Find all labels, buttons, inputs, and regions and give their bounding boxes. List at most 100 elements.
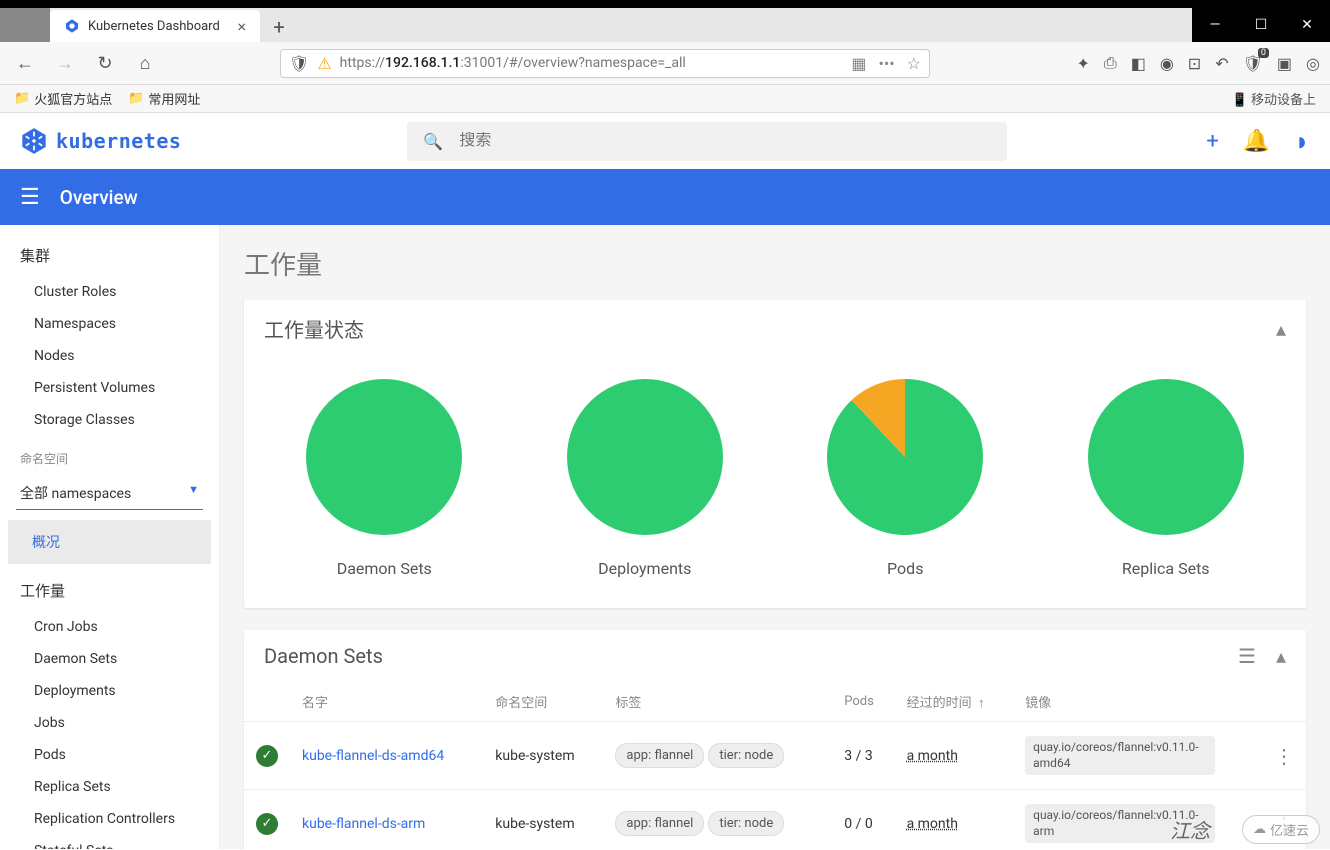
sidebar-item[interactable]: Replica Sets	[0, 771, 219, 803]
label-chip: tier: node	[708, 743, 784, 768]
cell-pods: 3 / 3	[832, 722, 894, 790]
nav-reload-button[interactable]: ↻	[90, 48, 120, 78]
url-bar[interactable]: 🛡 ⚠ https://192.168.1.1:31001/#/overview…	[280, 49, 930, 78]
ext-menu-icon[interactable]: ◎	[1306, 54, 1320, 73]
maximize-button[interactable]: ☐	[1238, 8, 1284, 42]
k8s-logo[interactable]: kubernetes	[20, 127, 181, 155]
brand-text: kubernetes	[56, 129, 181, 153]
sidebar-section-cluster[interactable]: 集群	[0, 235, 219, 276]
subheader: ☰ Overview	[0, 169, 1330, 225]
status-chart: Replica Sets	[1086, 377, 1246, 578]
minimize-button[interactable]: —	[1192, 8, 1238, 42]
close-button[interactable]: ✕	[1284, 8, 1330, 42]
sidebar-item[interactable]: Nodes	[0, 340, 219, 372]
puzzle-icon[interactable]: ✦	[1076, 54, 1089, 73]
page-actions-icon[interactable]: •••	[878, 54, 894, 73]
page-title: 工作量	[244, 245, 1306, 282]
sidebar-item[interactable]: Jobs	[0, 707, 219, 739]
sidebar-item[interactable]: Storage Classes	[0, 404, 219, 436]
namespace-value: 全部 namespaces	[20, 483, 131, 503]
nav-forward-button[interactable]: →	[50, 48, 80, 78]
chart-label: Replica Sets	[1086, 559, 1246, 578]
label-chip: tier: node	[708, 811, 784, 836]
sidebar-section-workloads[interactable]: 工作量	[0, 570, 219, 611]
cell-namespace: kube-system	[483, 722, 603, 790]
sidebar-overview[interactable]: 概况	[8, 520, 211, 564]
sidebar-icon[interactable]: ◧	[1131, 54, 1146, 73]
notifications-icon[interactable]: 🔔	[1243, 129, 1270, 154]
mobile-sync-label[interactable]: 📱 移动设备上	[1232, 89, 1316, 108]
charts-row: Daemon Sets Deployments Pods Replica Sets	[244, 357, 1306, 608]
chart-label: Deployments	[565, 559, 725, 578]
nav-back-button[interactable]: ←	[10, 48, 40, 78]
sidebar-item[interactable]: Daemon Sets	[0, 643, 219, 675]
sidebar-item[interactable]: Persistent Volumes	[0, 372, 219, 404]
col-labels[interactable]: 标签	[603, 682, 832, 722]
cell-pods: 0 / 0	[832, 790, 894, 849]
lock-warning-icon[interactable]: ⚠	[317, 54, 331, 73]
collapse-icon[interactable]: ▴	[1276, 317, 1286, 341]
k8s-logo-icon	[20, 127, 48, 155]
filter-icon[interactable]: ☰	[1238, 644, 1256, 668]
page-subtitle: Overview	[60, 186, 138, 209]
grid-icon[interactable]: ▣	[1277, 54, 1292, 73]
col-age[interactable]: 经过的时间 ↑	[895, 682, 1014, 722]
resource-link[interactable]: kube-flannel-ds-arm	[302, 816, 425, 832]
menu-toggle-icon[interactable]: ☰	[20, 185, 40, 210]
bookmark-star-icon[interactable]: ☆	[907, 54, 921, 73]
sidebar: 集群 Cluster RolesNamespacesNodesPersisten…	[0, 225, 220, 849]
k8s-favicon	[64, 18, 80, 34]
chart-label: Daemon Sets	[304, 559, 464, 578]
namespace-select[interactable]: 全部 namespaces ▼	[16, 477, 203, 510]
crop-icon[interactable]: ⊡	[1188, 54, 1201, 73]
cell-age: a month	[895, 722, 1014, 790]
dropdown-arrow-icon: ▼	[188, 483, 199, 503]
col-pods[interactable]: Pods	[832, 682, 894, 722]
resource-link[interactable]: kube-flannel-ds-amd64	[302, 748, 444, 764]
workload-status-card: 工作量状态 ▴ Daemon SetsDeploymentsPodsReplic…	[244, 300, 1306, 608]
library-icon[interactable]: ⎙	[1104, 53, 1117, 73]
col-namespace[interactable]: 命名空间	[483, 682, 603, 722]
avatar-icon[interactable]: ◉	[1160, 54, 1174, 73]
extension-icons: ✦ ⎙ ◧ ◉ ⊡ ↶ 🛡 ▣ ◎	[1076, 53, 1320, 73]
search-bar[interactable]: 🔍	[407, 122, 1007, 161]
bookmark-item[interactable]: 📁 常用网址	[128, 89, 200, 108]
status-ok-icon: ✓	[256, 813, 278, 835]
search-input[interactable]	[459, 132, 991, 150]
table-row: ✓ kube-flannel-ds-amd64 kube-system app:…	[244, 722, 1306, 790]
bookmark-item[interactable]: 📁 火狐官方站点	[14, 89, 112, 108]
nav-home-button[interactable]: ⌂	[130, 48, 160, 78]
user-avatar-icon[interactable]: ◗	[1294, 126, 1310, 157]
card-title: Daemon Sets	[264, 644, 383, 668]
collapse-icon[interactable]: ▴	[1276, 644, 1286, 668]
shield-icon[interactable]: 🛡	[289, 54, 309, 73]
sidebar-item[interactable]: Namespaces	[0, 308, 219, 340]
undo-icon[interactable]: ↶	[1215, 54, 1228, 73]
sidebar-item[interactable]: Deployments	[0, 675, 219, 707]
sidebar-item[interactable]: Pods	[0, 739, 219, 771]
col-name[interactable]: 名字	[290, 682, 483, 722]
tab-title: Kubernetes Dashboard	[88, 19, 220, 34]
sidebar-item[interactable]: Stateful Sets	[0, 835, 219, 849]
cell-namespace: kube-system	[483, 790, 603, 849]
sidebar-item[interactable]: Replication Controllers	[0, 803, 219, 835]
bookmarks-bar: 📁 火狐官方站点 📁 常用网址 📱 移动设备上	[0, 85, 1330, 113]
chart-label: Pods	[825, 559, 985, 578]
daemonsets-card: Daemon Sets ☰ ▴ 名字 命名空间 标签 Pods 经过的时间 ↑ …	[244, 630, 1306, 849]
sidebar-item[interactable]: Cluster Roles	[0, 276, 219, 308]
qr-icon[interactable]: ▦	[851, 54, 866, 73]
browser-tab-active[interactable]: Kubernetes Dashboard ×	[50, 10, 260, 42]
tab-close-icon[interactable]: ×	[237, 17, 246, 36]
app-header: kubernetes 🔍 + 🔔 ◗	[0, 113, 1330, 169]
daemonsets-table: 名字 命名空间 标签 Pods 经过的时间 ↑ 镜像 ✓ kube-flanne…	[244, 682, 1306, 849]
window-controls: — ☐ ✕	[1192, 8, 1330, 42]
browser-toolbar: ← → ↻ ⌂ 🛡 ⚠ https://192.168.1.1:31001/#/…	[0, 42, 1330, 85]
sidebar-item[interactable]: Cron Jobs	[0, 611, 219, 643]
cell-image: quay.io/coreos/flannel:v0.11.0-amd64	[1013, 722, 1262, 790]
row-menu-icon[interactable]: ⋮	[1274, 744, 1294, 768]
new-tab-button[interactable]: +	[264, 12, 294, 42]
create-button[interactable]: +	[1206, 129, 1218, 154]
notif-badge-icon[interactable]: 🛡	[1243, 54, 1263, 73]
col-images[interactable]: 镜像	[1013, 682, 1262, 722]
cell-labels: app: flanneltier: node	[603, 790, 832, 849]
